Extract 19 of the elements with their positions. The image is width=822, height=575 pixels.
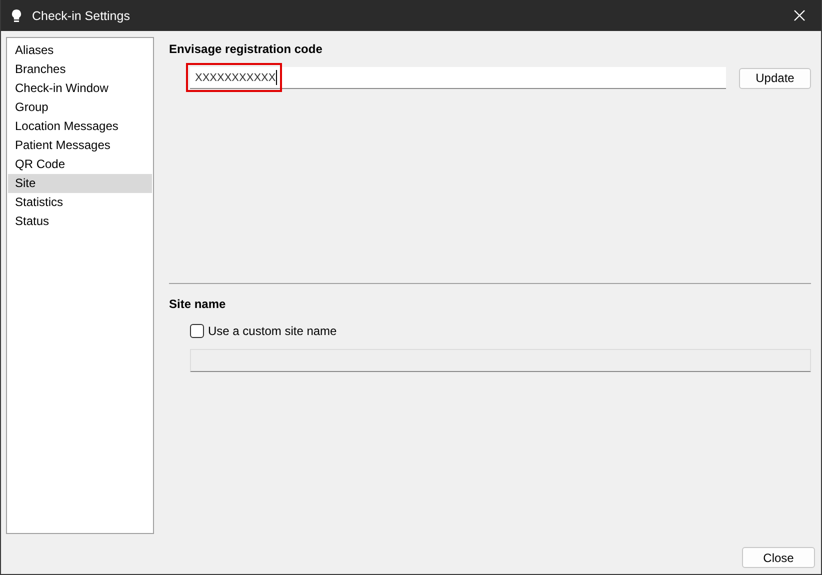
registration-code-field[interactable]: XXXXXXXXXXX: [190, 67, 726, 89]
window-title: Check-in Settings: [32, 8, 130, 22]
sidebar-item[interactable]: Check-in Window: [8, 79, 152, 98]
sidebar-item[interactable]: Patient Messages: [8, 136, 152, 155]
sidebar-item[interactable]: Site: [8, 174, 152, 193]
checkbox-label: Use a custom site name: [208, 324, 337, 338]
checkbox[interactable]: [190, 324, 204, 338]
sidebar-item[interactable]: Location Messages: [8, 117, 152, 136]
sidebar-item[interactable]: Aliases: [8, 41, 152, 60]
sidebar-item[interactable]: QR Code: [8, 155, 152, 174]
sidebar-item[interactable]: Branches: [8, 60, 152, 79]
section-heading: Envisage registration code: [169, 42, 324, 56]
sidebar-item[interactable]: Status: [8, 212, 152, 231]
close-button[interactable]: Close: [742, 547, 815, 568]
update-button[interactable]: Update: [739, 68, 811, 88]
section-heading: Site name: [169, 297, 227, 311]
sidebar-item[interactable]: Statistics: [8, 193, 152, 212]
sidebar-item[interactable]: Group: [8, 98, 152, 117]
bulb-icon: [11, 8, 22, 22]
